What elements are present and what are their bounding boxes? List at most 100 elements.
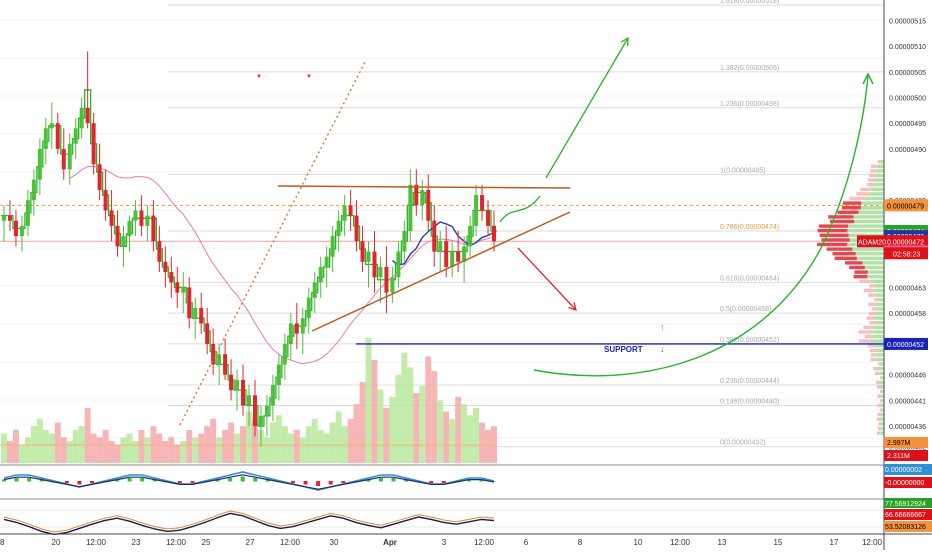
candle-body [480,195,484,210]
volume-bar [455,397,461,463]
osc2-tag-label: 66.66666667 [885,512,926,519]
time-tick-label: 10 [634,538,643,547]
candle-body [26,200,30,226]
volume-bar [425,356,431,463]
volume-bar [366,338,372,463]
signal-down-marker-icon: ▼ [306,74,312,80]
candle-body [104,190,108,211]
candle-body [139,210,143,225]
profile-bar-green [865,197,884,200]
fib-label: 0.236(0.00000444) [720,378,779,385]
volume-bar [186,430,192,463]
candle-body [384,267,388,293]
profile-bar-green [868,270,884,273]
profile-bar-green [873,335,884,338]
macd-histogram-bar [442,481,446,483]
time-tick-label: 15 [774,538,783,547]
profile-bar-green [879,298,884,301]
profile-bar-green [856,252,884,255]
profile-bar-red [860,188,871,191]
profile-bar-red [880,399,882,402]
profile-bar-green [877,165,884,168]
candle-body [367,252,371,262]
profile-bar-red [869,321,876,324]
volume-bar [67,441,73,463]
volume-bar [413,393,419,463]
candle-body [265,406,269,416]
volume-bar [91,434,97,463]
volume-bar [7,441,13,463]
profile-bar-green [876,349,884,352]
candle-body [14,221,18,236]
profile-bar-red [867,183,875,186]
candle-body [259,416,263,426]
profile-bar-red [854,270,867,273]
fib-label: 1.236(0.00000498) [720,101,779,108]
volume-bar [449,419,455,463]
profile-bar-red [859,339,870,342]
time-tick-label: 23 [132,538,141,547]
volume-bar [1,434,7,463]
volume-bar [312,419,318,463]
volume-bar [127,434,133,463]
macd-histogram-bar [291,481,295,483]
volume-bar [336,412,342,463]
candle-body [289,323,293,344]
candle-body [349,205,353,215]
macd-histogram-bar [341,481,345,483]
candle-body [98,164,102,190]
candle-body [307,298,311,319]
candle-body [205,323,209,344]
countdown-label: 02:58:23 [893,251,920,258]
price-tick-label: 0.00000500 [889,96,926,103]
candle-body [68,144,72,170]
profile-bar-red [879,422,881,425]
fib-label: 1.382(0.00000505) [720,65,779,72]
candle-body [80,108,84,129]
macd-histogram-bar [429,481,433,483]
time-tick-label: 8 [578,538,583,547]
profile-bar-green [854,220,884,223]
volume-tag-label: 2.311M [887,453,910,460]
profile-bar-red [870,169,876,172]
candle-body [181,287,185,292]
profile-bar-red [845,261,863,264]
volume-bar [97,437,103,463]
candle-body [44,128,48,149]
candle-body [277,364,281,385]
osc1-tag-label: -0.00000000 [885,480,924,487]
profile-bar-green [873,326,884,329]
profile-bar-green [853,215,884,218]
profile-bar-red [859,280,870,283]
volume-bar [138,430,144,463]
volume-bar [479,423,485,463]
profile-bar-green [880,413,884,416]
candle-body [319,267,323,282]
price-tag-label: 0.00000452 [887,342,924,349]
candle-body [217,354,221,364]
candle-body [32,180,36,201]
profile-bar-green [876,321,884,324]
candle-body [426,190,430,221]
macd-histogram-bar [178,481,182,483]
profile-bar-red [870,358,876,361]
candlestick-chart[interactable]: 1.618(0.00000518) 1.382(0.00000505) 1.236(… [0,0,932,550]
volume-bar [132,441,138,463]
time-tick-label: 12:00 [862,538,883,547]
macd-histogram-bar [90,481,94,483]
volume-bar [407,367,413,463]
price-tick-label: 0.00000446 [889,373,926,380]
profile-bar-red [868,178,875,181]
profile-bar-green [880,404,884,407]
candle-body [229,375,233,390]
candle-body [151,216,155,242]
profile-bar-green [870,339,884,342]
candle-body [110,210,114,225]
time-tick-label: 6 [524,538,529,547]
candle-body [8,216,12,221]
volume-tag-label: 2.997M [887,440,911,447]
macd-histogram-bar [379,478,383,482]
time-tick-label: 8 [0,538,5,547]
volume-bar [354,404,360,463]
time-tick-label: 12:00 [280,538,301,547]
